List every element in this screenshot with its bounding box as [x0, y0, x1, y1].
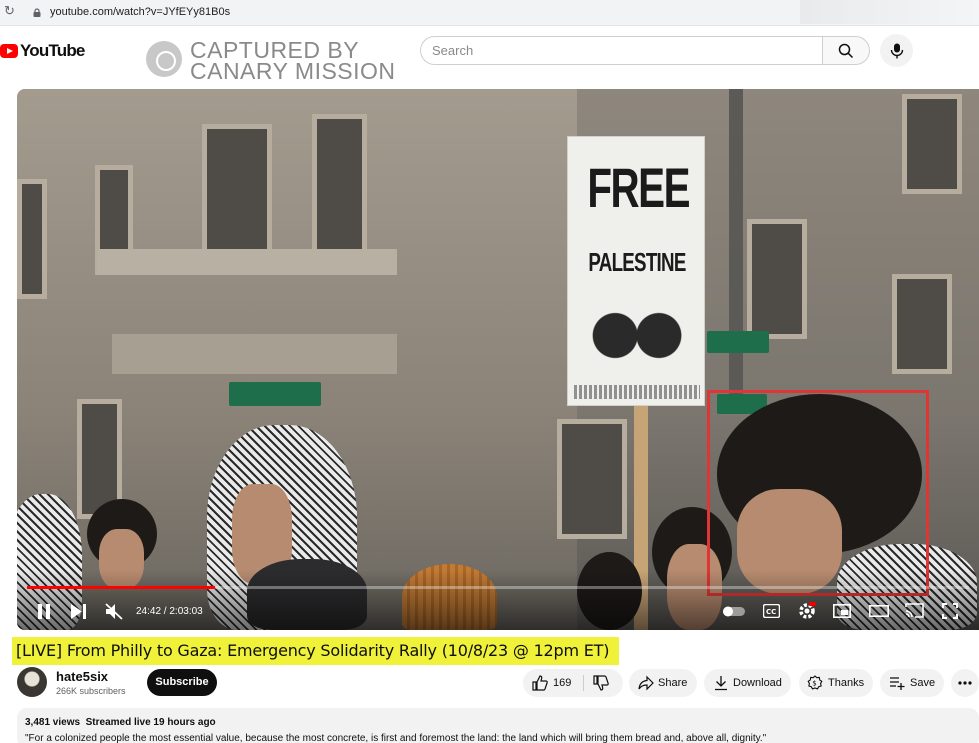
video-title-highlight: [LIVE] From Philly to Gaza: Emergency So… — [12, 637, 620, 665]
thumbs-up-icon[interactable] — [532, 675, 548, 691]
sign-footer-text — [574, 385, 700, 399]
thumbs-down-icon[interactable] — [593, 675, 609, 691]
youtube-play-icon — [0, 44, 18, 58]
progress-bar[interactable] — [27, 586, 969, 589]
reload-icon[interactable]: ↻ — [4, 3, 15, 19]
canary-mission-logo-icon — [146, 41, 182, 77]
sign-headline: FREE — [587, 156, 690, 219]
download-icon — [715, 676, 727, 691]
youtube-logo-text: YouTube — [20, 41, 85, 60]
browser-address-bar: ↻ youtube.com/watch?v=JYfEYy81B0s — [0, 0, 979, 26]
search-placeholder: Search — [432, 43, 474, 58]
video-player[interactable]: FREE PALESTINE 24:42 / 2:03:03 CC — [17, 89, 979, 630]
subscriber-count: 266K subscribers — [56, 686, 126, 696]
view-and-date-line: 3,481 views Streamed live 19 hours ago — [25, 717, 216, 728]
download-label: Download — [733, 677, 782, 689]
annotation-highlight-box — [707, 390, 929, 596]
search-button[interactable] — [822, 36, 870, 65]
thanks-button[interactable]: $ Thanks — [799, 669, 873, 697]
theater-mode-icon[interactable] — [869, 605, 889, 617]
save-label: Save — [910, 677, 936, 689]
controls-gradient — [17, 570, 979, 630]
channel-avatar[interactable] — [17, 667, 47, 697]
like-divider — [583, 675, 584, 691]
address-bar-blur — [800, 0, 979, 24]
share-arrow-icon — [638, 675, 654, 691]
ledge — [112, 334, 397, 374]
thanks-label: Thanks — [828, 677, 865, 689]
description-box[interactable]: 3,481 views Streamed live 19 hours ago "… — [17, 708, 979, 743]
youtube-logo[interactable]: YouTube — [0, 40, 85, 62]
pause-icon[interactable] — [37, 604, 51, 619]
more-actions-button[interactable] — [951, 669, 979, 697]
time-display: 24:42 / 2:03:03 — [136, 606, 203, 617]
view-count: 3,481 views — [25, 717, 81, 728]
window — [902, 94, 962, 194]
search-icon — [838, 43, 854, 59]
cast-icon[interactable] — [905, 603, 924, 618]
share-button[interactable]: Share — [629, 669, 697, 697]
street-sign — [707, 331, 769, 353]
window — [202, 124, 272, 264]
watermark-line-2: CANARY MISSION — [190, 58, 396, 84]
next-icon[interactable] — [71, 604, 87, 619]
video-title: [LIVE] From Philly to Gaza: Emergency So… — [16, 641, 610, 660]
raised-fists-graphic — [584, 297, 688, 367]
muted-volume-icon[interactable] — [105, 603, 123, 620]
streamed-date: Streamed live 19 hours ago — [85, 717, 216, 728]
share-label: Share — [658, 677, 688, 689]
super-thanks-icon: $ — [807, 675, 823, 690]
like-count[interactable]: 169 — [553, 677, 571, 689]
fullscreen-icon[interactable] — [942, 603, 958, 619]
protest-sign: FREE PALESTINE — [567, 136, 705, 406]
balcony — [97, 249, 397, 275]
window — [17, 179, 47, 299]
save-button[interactable]: Save — [880, 669, 944, 697]
add-to-playlist-icon — [890, 677, 905, 690]
miniplayer-icon[interactable] — [833, 604, 851, 618]
captions-icon[interactable]: CC — [763, 604, 780, 618]
svg-text:$: $ — [812, 680, 816, 688]
download-button[interactable]: Download — [704, 669, 791, 697]
window — [892, 274, 952, 374]
autoplay-toggle-icon[interactable] — [723, 606, 745, 617]
description-text: "For a colonized people the most essenti… — [25, 733, 767, 743]
channel-name[interactable]: hate5six — [56, 669, 108, 684]
lock-icon — [33, 8, 41, 17]
voice-search-button[interactable] — [880, 34, 913, 67]
window — [557, 419, 627, 539]
settings-gear-icon[interactable] — [798, 602, 816, 620]
sign-subheadline: PALESTINE — [588, 247, 686, 277]
progress-bar-fill — [27, 586, 216, 589]
window — [747, 219, 807, 339]
search-input[interactable]: Search — [420, 36, 822, 65]
window — [312, 114, 367, 254]
more-horizontal-icon — [958, 681, 972, 685]
street-sign — [229, 382, 321, 406]
url-text[interactable]: youtube.com/watch?v=JYfEYy81B0s — [50, 6, 230, 18]
subscribe-button[interactable]: Subscribe — [147, 669, 217, 696]
microphone-icon — [890, 43, 904, 59]
like-dislike-group: 169 — [523, 669, 623, 697]
street-pole — [729, 89, 743, 409]
svg-text:CC: CC — [766, 608, 776, 616]
